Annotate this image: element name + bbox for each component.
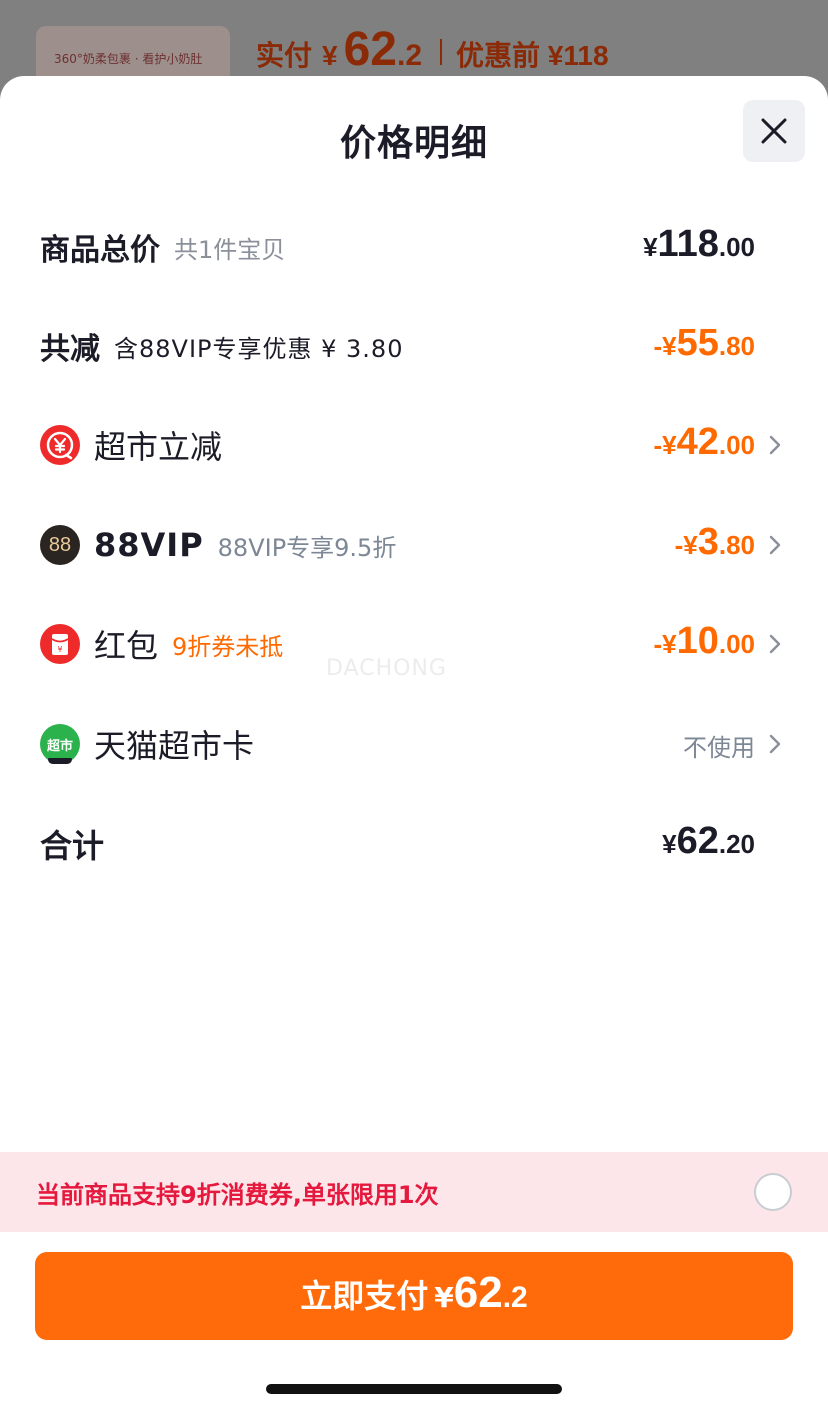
sum-int: 62 (676, 820, 719, 862)
cat-ears (48, 758, 72, 764)
sum-amount: ¥ 62 .20 (662, 814, 755, 874)
sum-dec: .20 (718, 829, 755, 859)
total-discount-dec: .80 (718, 331, 755, 361)
paid-label: 实付 (256, 40, 313, 71)
red-packet-label: 红包 (94, 627, 159, 665)
pay-now-button[interactable]: 立即支付 ¥ 62 .2 (35, 1252, 793, 1340)
price-detail-sheet: 价格明细 商品总价 共1件宝贝 ¥ 118 .00 共减 含88VIP专享优惠 … (0, 76, 828, 1411)
supermarket-discount-label: 超市立减 (94, 428, 223, 466)
red-packet-currency: -¥ (653, 629, 677, 659)
total-price-label: 商品总价 (40, 233, 160, 268)
item-count: 共1件宝贝 (174, 235, 286, 264)
total-discount-int: 55 (676, 322, 719, 364)
coupon-promo-bar[interactable]: 当前商品支持9折消费券,单张限用1次 (0, 1152, 828, 1232)
tmall-card-value: 不使用 (683, 734, 755, 762)
total-discount-label: 共减 (40, 332, 100, 367)
chevron-right-icon (769, 435, 781, 455)
sum-label: 合计 (40, 827, 105, 865)
chevron-right-icon (769, 634, 781, 654)
sheet-title: 价格明细 (339, 123, 488, 164)
supermarket-discount-int: 42 (676, 421, 719, 463)
svg-text:¥: ¥ (57, 645, 62, 654)
pay-now-int: 62 (453, 1268, 503, 1317)
pay-now-dec: .2 (502, 1281, 528, 1314)
red-packet-icon: ¥ (40, 624, 80, 664)
row-sum: 合计 ¥ 62 .20 (40, 814, 785, 874)
product-thumbnail-text: 360°奶柔包裹 · 看护小奶肚 (54, 52, 203, 66)
total-price-dec: .00 (718, 232, 755, 262)
88vip-label: 88VIP (94, 526, 204, 564)
row-total-price: 商品总价 共1件宝贝 ¥ 118 .00 (40, 217, 785, 277)
red-packet-dec: .00 (718, 629, 755, 659)
row-tmall-card[interactable]: 超市 天猫超市卡 不使用 (40, 714, 785, 774)
row-88vip[interactable]: 88 88VIP 88VIP专享9.5折 -¥ 3 .80 (40, 515, 785, 575)
paid-int: 62 (343, 23, 397, 76)
total-price-int: 118 (657, 223, 719, 265)
total-price-amount: ¥ 118 .00 (643, 217, 755, 277)
88vip-dec: .80 (718, 530, 755, 560)
88vip-badge-text: 88 (48, 533, 72, 556)
yuan-discount-icon (40, 425, 80, 465)
total-price-currency: ¥ (643, 232, 658, 262)
coupon-promo-text: 当前商品支持9折消费券,单张限用1次 (36, 1180, 439, 1209)
tmall-card-label: 天猫超市卡 (94, 727, 255, 765)
88vip-amount: -¥ 3 .80 (675, 515, 755, 575)
supermarket-discount-amount: -¥ 42 .00 (653, 415, 755, 475)
close-icon (761, 118, 787, 144)
total-discount-currency: -¥ (653, 331, 677, 361)
watermark: DACHONG (326, 656, 447, 681)
coupon-radio[interactable] (754, 1173, 792, 1211)
chevron-right-icon (769, 734, 781, 754)
paid-dec: .2 (396, 39, 423, 72)
close-button[interactable] (743, 100, 805, 162)
row-supermarket-discount[interactable]: 超市立减 -¥ 42 .00 (40, 415, 785, 475)
tmall-supermarket-card-icon: 超市 (40, 724, 80, 764)
original-price: 优惠前 ¥118 (456, 40, 609, 71)
total-discount-amount: -¥ 55 .80 (653, 316, 755, 376)
supermarket-discount-currency: -¥ (653, 430, 677, 460)
88vip-sub: 88VIP专享9.5折 (217, 533, 397, 562)
price-divider (440, 39, 443, 65)
88vip-currency: -¥ (674, 530, 698, 560)
88vip-badge-icon: 88 (40, 525, 80, 565)
chevron-right-icon (769, 535, 781, 555)
row-total-discount: 共减 含88VIP专享优惠 ¥ 3.80 -¥ 55 .80 (40, 316, 785, 376)
red-packet-amount: -¥ 10 .00 (653, 614, 755, 674)
background-price: 实付 ¥ 62 .2 优惠前 ¥118 (256, 22, 609, 82)
tmall-card-icon-text: 超市 (46, 738, 73, 754)
88vip-int: 3 (697, 521, 719, 563)
paid-currency: ¥ (322, 40, 338, 71)
sum-currency: ¥ (662, 829, 677, 859)
home-indicator (266, 1384, 562, 1394)
supermarket-discount-dec: .00 (718, 430, 755, 460)
red-packet-sub: 9折券未抵 (172, 632, 284, 661)
vip-included-note: 含88VIP专享优惠 ¥ 3.80 (114, 334, 404, 363)
red-packet-int: 10 (676, 620, 719, 662)
pay-now-currency: ¥ (434, 1281, 454, 1314)
pay-now-label: 立即支付 (300, 1277, 429, 1315)
